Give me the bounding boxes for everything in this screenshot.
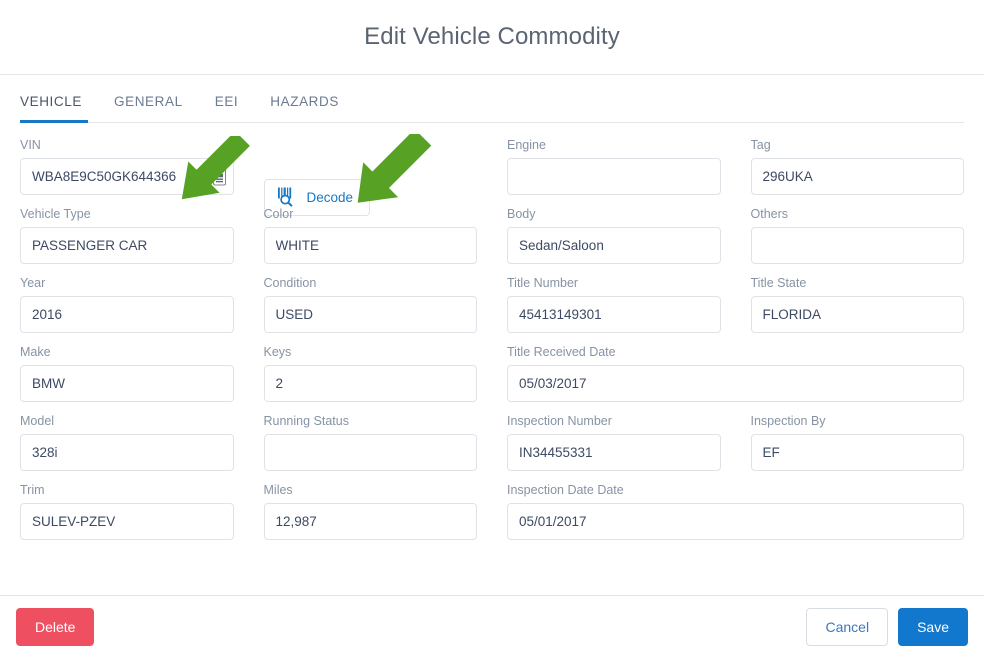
field-label-miles: Miles <box>263 483 293 497</box>
field-label-vin: VIN <box>20 138 41 152</box>
tab-bar: VEHICLE GENERAL EEI HAZARDS <box>20 75 964 123</box>
field-label-inspection-number: Inspection Number <box>507 414 612 428</box>
field-label-body: Body <box>507 207 536 221</box>
field-label-running-status: Running Status <box>263 414 349 428</box>
make-input[interactable] <box>20 365 234 402</box>
running-status-input[interactable] <box>263 434 477 471</box>
modal-footer: Delete Cancel Save <box>0 595 984 657</box>
keys-input[interactable] <box>263 365 477 402</box>
vehicle-form: VIN WBA8E9C50GK644366 Decode Engine Tag … <box>0 123 984 551</box>
field-label-tag: Tag <box>750 138 771 152</box>
vin-input-wrap <box>20 158 234 195</box>
tab-hazards[interactable]: HAZARDS <box>256 94 353 122</box>
body-input[interactable] <box>507 227 721 264</box>
field-vin: VIN <box>20 137 234 195</box>
inspection-number-input[interactable] <box>507 434 721 471</box>
form-grid: VIN WBA8E9C50GK644366 Decode Engine Tag … <box>20 137 964 551</box>
cancel-button[interactable]: Cancel <box>806 607 889 646</box>
field-label-title-received-date: Title Received Date <box>507 345 616 359</box>
tab-eei[interactable]: EEI <box>201 94 253 122</box>
model-input[interactable] <box>20 434 234 471</box>
field-decode: Decode <box>263 137 478 216</box>
inspection-by-input[interactable] <box>750 434 964 471</box>
field-label-make: Make <box>20 345 51 359</box>
field-label-title-state: Title State <box>750 276 807 290</box>
page-title: Edit Vehicle Commodity <box>364 23 620 50</box>
vin-input[interactable] <box>20 158 234 195</box>
color-input[interactable] <box>263 227 477 264</box>
modal-header: Edit Vehicle Commodity <box>0 0 984 75</box>
vehicle-type-input[interactable] <box>20 227 234 264</box>
trim-input[interactable] <box>20 503 234 540</box>
field-others: Others <box>750 206 964 264</box>
field-label-trim: Trim <box>20 483 45 497</box>
tab-vehicle[interactable]: VEHICLE <box>20 94 96 123</box>
field-make: Make <box>20 344 234 402</box>
field-label-title-number: Title Number <box>507 276 579 290</box>
field-label-keys: Keys <box>263 345 292 359</box>
field-label-engine: Engine <box>507 138 546 152</box>
field-body: Body <box>507 206 721 264</box>
footer-actions: Cancel Save <box>806 607 968 646</box>
tabs-container: VEHICLE GENERAL EEI HAZARDS <box>0 75 984 123</box>
field-tag: Tag <box>750 137 964 195</box>
field-condition: Condition <box>263 275 477 333</box>
field-label-vehicle-type: Vehicle Type <box>20 207 91 221</box>
tab-general[interactable]: GENERAL <box>100 94 197 122</box>
condition-input[interactable] <box>263 296 477 333</box>
field-label-year: Year <box>20 276 46 290</box>
inspection-date-date-input[interactable] <box>507 503 964 540</box>
field-label-inspection-date-date: Inspection Date Date <box>507 483 624 497</box>
field-running-status: Running Status <box>263 413 477 471</box>
others-input[interactable] <box>750 227 964 264</box>
field-model: Model <box>20 413 234 471</box>
field-label-color: Color <box>263 207 294 221</box>
field-trim: Trim <box>20 482 234 540</box>
barcode-scan-icon[interactable] <box>212 168 226 185</box>
field-title-number: Title Number <box>507 275 721 333</box>
miles-input[interactable] <box>263 503 477 540</box>
title-number-input[interactable] <box>507 296 721 333</box>
year-input[interactable] <box>20 296 234 333</box>
title-received-date-input[interactable] <box>507 365 964 402</box>
field-inspection-by: Inspection By <box>750 413 964 471</box>
field-label-decode-spacer <box>264 137 478 153</box>
field-keys: Keys <box>263 344 477 402</box>
field-label-model: Model <box>20 414 55 428</box>
field-label-inspection-by: Inspection By <box>750 414 826 428</box>
field-inspection-number: Inspection Number <box>507 413 721 471</box>
decode-button-label: Decode <box>306 189 354 205</box>
save-button[interactable]: Save <box>898 607 968 646</box>
engine-input[interactable] <box>507 158 721 195</box>
field-color: Color <box>263 206 477 264</box>
field-title-state: Title State <box>750 275 964 333</box>
field-label-others: Others <box>750 207 789 221</box>
delete-button[interactable]: Delete <box>16 607 95 646</box>
field-inspection-date-date: Inspection Date Date <box>507 482 964 540</box>
field-year: Year <box>20 275 234 333</box>
field-title-received-date: Title Received Date <box>507 344 964 402</box>
field-label-condition: Condition <box>263 276 317 290</box>
field-vehicle-type: Vehicle Type <box>20 206 234 264</box>
tag-input[interactable] <box>750 158 964 195</box>
field-engine: Engine <box>507 137 721 195</box>
field-miles: Miles <box>263 482 477 540</box>
title-state-input[interactable] <box>750 296 964 333</box>
